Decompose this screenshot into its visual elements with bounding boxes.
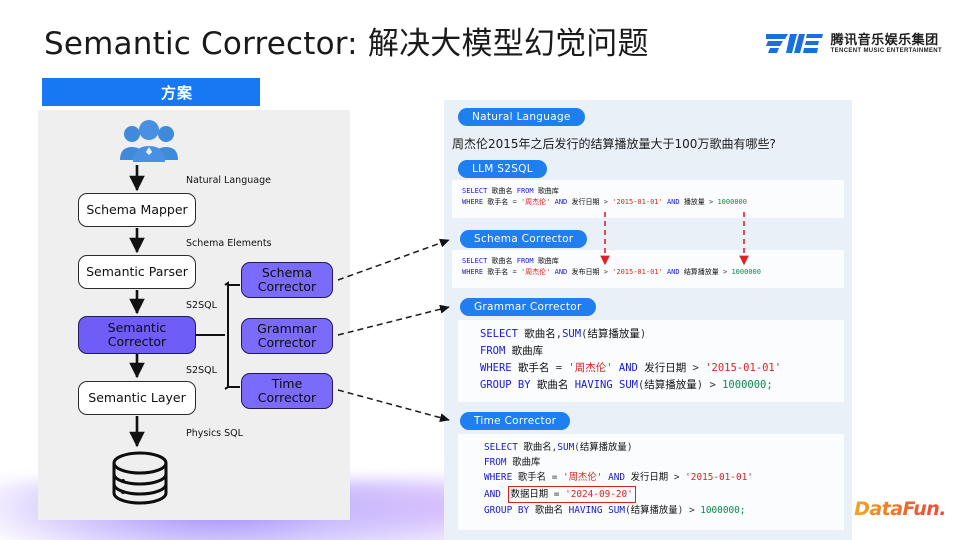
tme-name-en: TENCENT MUSIC ENTERTAINMENT [830, 47, 942, 54]
code-block-schema-corrector: SELECT 歌曲名 FROM 歌曲库 WHERE 歌手名 = '周杰伦' AN… [452, 250, 844, 288]
corrector-detail-panel: Natural Language 周杰伦2015年之后发行的结算播放量大于100… [444, 100, 852, 540]
corrector-box-grammar-line2: Corrector [257, 335, 317, 350]
flow-node-schema-mapper[interactable]: Schema Mapper [78, 193, 196, 227]
tag-llm-s2sql: LLM S2SQL [458, 160, 547, 178]
database-cylinder-icon [112, 451, 168, 505]
code-block-time-corrector: SELECT 歌曲名,SUM(结算播放量) FROM 歌曲库 WHERE 歌手名… [458, 434, 844, 530]
code-line: FROM 歌曲库 [480, 345, 544, 357]
flow-node-semantic-layer[interactable]: Semantic Layer [78, 381, 196, 415]
code-block-llm-s2sql: SELECT 歌曲名 FROM 歌曲库 WHERE 歌手名 = '周杰伦' AN… [452, 180, 844, 218]
code-line: WHERE 歌手名 = '周杰伦' AND 发布日期 > '2015-01-01… [462, 268, 761, 277]
architecture-diagram-panel: Natural Language Schema Mapper Schema El… [38, 110, 350, 520]
corrector-box-grammar-line1: Grammar [257, 320, 317, 336]
corrector-box-grammar[interactable]: Grammar Corrector [241, 318, 333, 354]
code-line: FROM 歌曲库 [484, 457, 541, 469]
edge-label-physics-sql: Physics SQL [186, 428, 243, 439]
natural-language-question: 周杰伦2015年之后发行的结算播放量大于100万歌曲有哪些? [452, 137, 776, 151]
people-group-icon [120, 120, 178, 162]
tag-natural-language: Natural Language [458, 108, 585, 126]
edge-label-natural-language: Natural Language [186, 175, 271, 186]
corrector-box-time[interactable]: Time Corrector [241, 373, 333, 409]
tag-time-corrector: Time Corrector [460, 412, 571, 430]
code-line: SELECT 歌曲名,SUM(结算播放量) [480, 328, 647, 340]
corrector-box-schema-line1: Schema [261, 264, 313, 280]
slide-root: Semantic Corrector: 解决大模型幻觉问题 腾讯音乐娱乐集团 T… [0, 0, 960, 540]
code-line: AND 数据日期 = '2024-09-20' [484, 485, 834, 503]
code-line: SELECT 歌曲名 FROM 歌曲库 [462, 257, 559, 265]
corrector-box-time-line2: Corrector [257, 390, 317, 405]
code-line: SELECT 歌曲名,SUM(结算播放量) [484, 442, 633, 453]
flow-node-semantic-parser[interactable]: Semantic Parser [78, 255, 196, 289]
tme-logo-icon [765, 34, 823, 53]
tag-grammar-corrector: Grammar Corrector [460, 298, 596, 316]
datafun-logo: DataFun. [854, 498, 946, 520]
time-correction-highlight: 数据日期 = '2024-09-20' [507, 485, 636, 503]
flow-node-semantic-corrector[interactable]: Semantic Corrector [78, 316, 196, 354]
edge-label-s2sql-1: S2SQL [186, 300, 217, 311]
corrector-box-schema[interactable]: Schema Corrector [241, 262, 333, 298]
tme-brand-logo: 腾讯音乐娱乐集团 TENCENT MUSIC ENTERTAINMENT [765, 31, 942, 54]
corrector-box-schema-line2: Corrector [257, 279, 317, 294]
section-badge-plan: 方案 [42, 78, 260, 106]
corrector-box-time-line1: Time [271, 375, 303, 391]
code-line: GROUP BY 歌曲名 HAVING SUM(结算播放量) > 1000000… [484, 504, 746, 516]
tag-schema-corrector: Schema Corrector [460, 230, 588, 248]
code-line: WHERE 歌手名 = '周杰伦' AND 发行日期 > '2015-01-01… [462, 198, 747, 207]
code-block-grammar-corrector: SELECT 歌曲名,SUM(结算播放量) FROM 歌曲库 WHERE 歌手名… [458, 320, 844, 402]
section-badge-label: 方案 [160, 84, 193, 102]
code-line: WHERE 歌手名 = '周杰伦' AND 发行日期 > '2015-01-01… [480, 362, 782, 374]
code-line: GROUP BY 歌曲名 HAVING SUM(结算播放量) > 1000000… [480, 379, 773, 391]
tme-name-cn: 腾讯音乐娱乐集团 [830, 31, 939, 47]
edge-label-schema-elements: Schema Elements [186, 238, 272, 249]
page-title: Semantic Corrector: 解决大模型幻觉问题 [44, 26, 649, 62]
flow-node-semantic-corrector-label: Semantic Corrector [107, 319, 167, 349]
edge-label-s2sql-2: S2SQL [186, 365, 217, 376]
code-line: WHERE 歌手名 = '周杰伦' AND 发行日期 > '2015-01-01… [484, 472, 753, 484]
code-line: SELECT 歌曲名 FROM 歌曲库 [462, 187, 559, 195]
